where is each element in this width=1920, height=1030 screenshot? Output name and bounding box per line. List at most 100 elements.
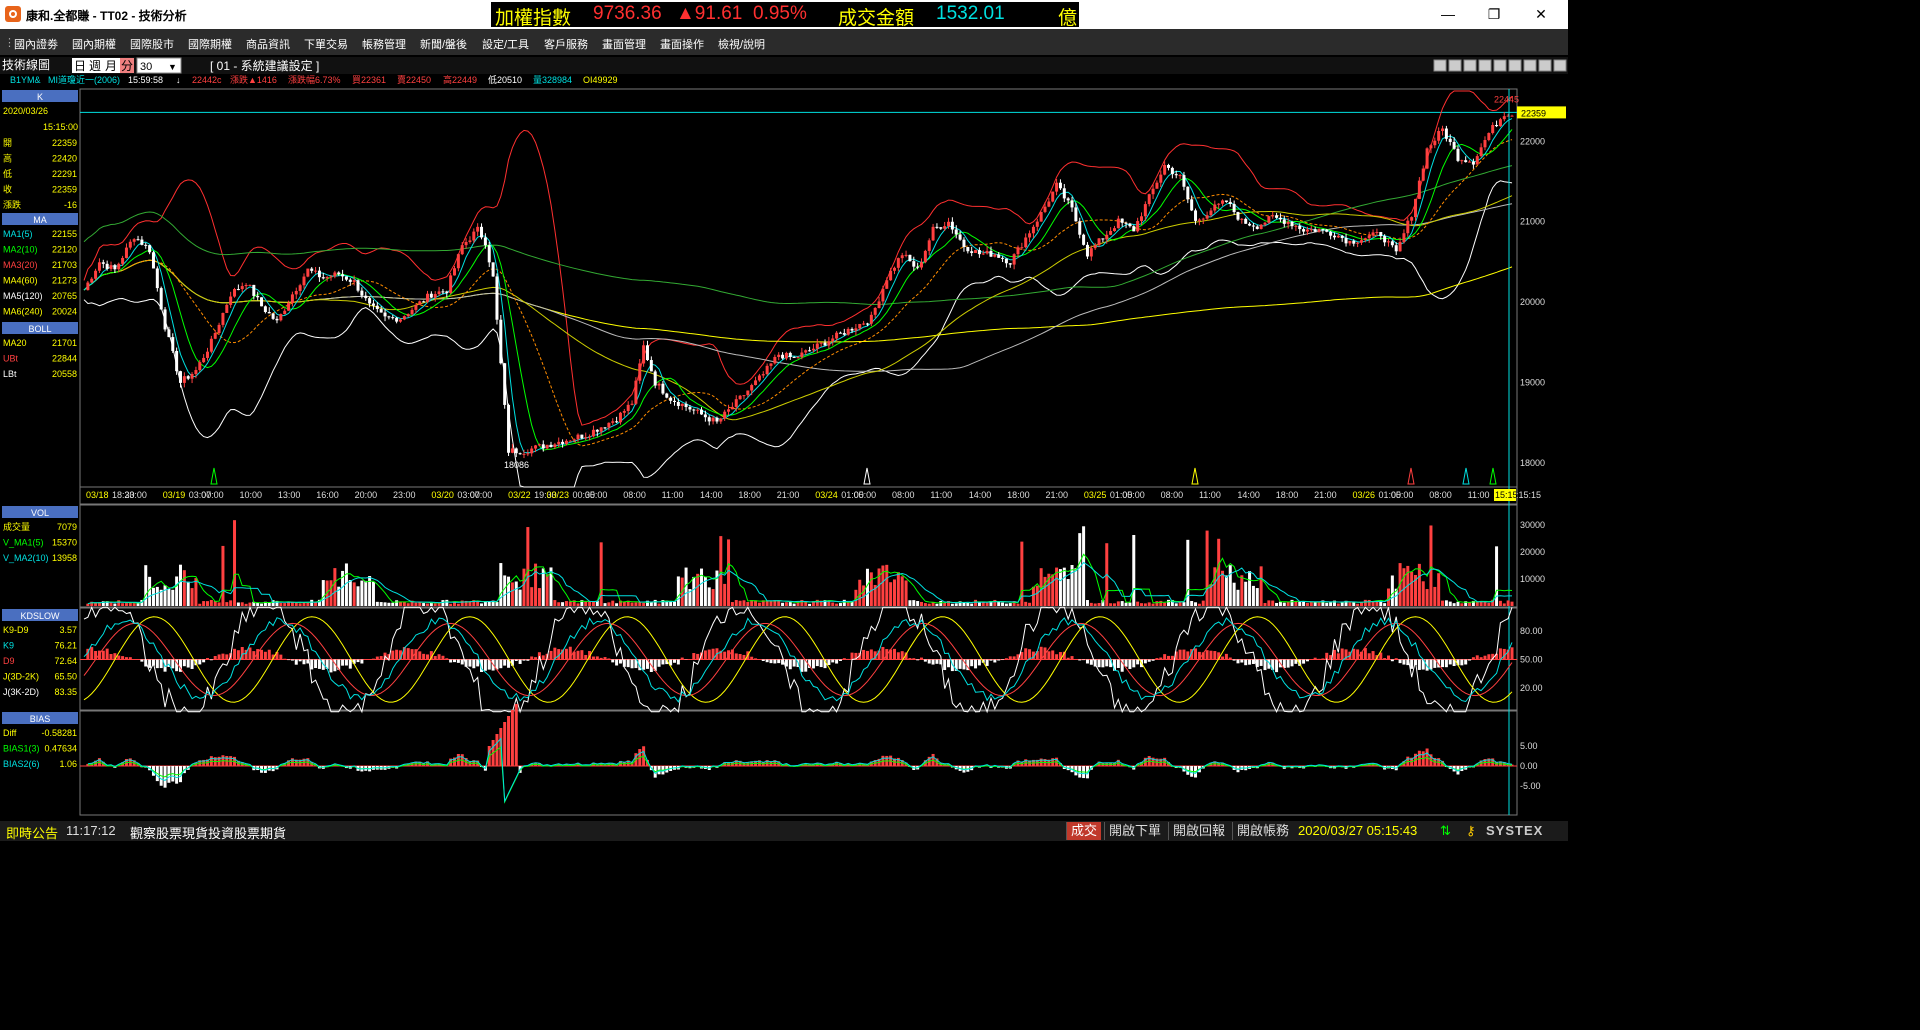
candle-body xyxy=(1464,160,1468,163)
period-tab-month[interactable]: 月 xyxy=(105,59,117,73)
candle-body xyxy=(692,409,696,411)
candle-body xyxy=(950,221,954,230)
menu-item-trading[interactable]: 下單交易 xyxy=(304,36,348,52)
index-label: 加權指數 xyxy=(495,8,572,29)
open-account-button[interactable]: 開啟帳務 xyxy=(1232,822,1293,840)
kd-diff-bar xyxy=(209,659,213,661)
kd-diff-bar xyxy=(1259,659,1263,666)
candle-body xyxy=(858,323,862,329)
kd-diff-bar xyxy=(580,650,584,660)
menu-item-screen-ops[interactable]: 畫面操作 xyxy=(660,36,704,52)
vma1-line xyxy=(87,553,1513,605)
period-tab-minute[interactable]: 分 xyxy=(121,59,133,73)
menu-item-news[interactable]: 新聞/盤後 xyxy=(420,36,467,52)
candle-body xyxy=(1213,204,1217,211)
kd-diff-bar xyxy=(947,659,951,668)
candle-body xyxy=(244,285,248,287)
kd-diff-bar xyxy=(287,659,291,661)
menu-item-customer-service[interactable]: 客戶服務 xyxy=(544,36,588,52)
kd-diff-bar xyxy=(599,657,603,660)
candle-body xyxy=(947,221,951,227)
quote-arrow: ↓ xyxy=(176,75,181,85)
side-k-row-value-2: 22291 xyxy=(52,169,77,179)
menu-item-screen-manage[interactable]: 畫面管理 xyxy=(602,36,646,52)
kd-diff-bar xyxy=(788,659,792,670)
volume-bar xyxy=(1263,603,1267,606)
kd-diff-bar xyxy=(1367,653,1371,660)
kd-diff-bar xyxy=(279,654,283,660)
volume-bar xyxy=(657,603,661,606)
volume-bar xyxy=(557,602,561,606)
volume-bar xyxy=(630,602,634,606)
kd-diff-bar xyxy=(1055,654,1059,660)
volume-bar xyxy=(364,580,368,606)
volume-bar xyxy=(433,603,437,606)
price-tick-2: 20000 xyxy=(1520,297,1545,307)
candle-body xyxy=(1275,215,1279,218)
candle-body xyxy=(1510,115,1514,117)
kd-diff-bar xyxy=(344,659,348,666)
chart-tool-icon-3 xyxy=(1478,59,1492,72)
candle-body xyxy=(117,263,121,270)
chart-tool-icon-7 xyxy=(1538,59,1552,72)
period-tab-day[interactable]: 日 xyxy=(74,59,86,73)
signal-arrow-5 xyxy=(1489,467,1497,485)
kd-diff-bar xyxy=(916,659,920,661)
side-vol-row-label-1: V_MA1(5) xyxy=(3,538,44,548)
period-tab-week[interactable]: 週 xyxy=(89,59,101,73)
time-tick-25: 21:00 xyxy=(1045,490,1068,500)
kd-diff-bar xyxy=(1101,659,1105,668)
volume-bar xyxy=(1217,538,1221,606)
close-button[interactable]: ✕ xyxy=(1529,4,1553,24)
kd-diff-bar xyxy=(958,659,962,669)
menu-item-intl-futures[interactable]: 國際期權 xyxy=(188,36,232,52)
volume-bar xyxy=(368,576,372,606)
menu-item-accounts[interactable]: 帳務管理 xyxy=(362,36,406,52)
menu-item-settings[interactable]: 設定/工具 xyxy=(482,36,529,52)
kd-diff-bar xyxy=(630,659,634,669)
candle-body xyxy=(916,266,920,268)
menu-item-intl-stocks[interactable]: 國際股市 xyxy=(130,36,174,52)
candle-body xyxy=(460,245,464,255)
volume-bar xyxy=(1232,582,1236,606)
technical-chart[interactable]: 技術線圖 日 週 月 分 30 ▼ [ 01 - 系統建議設定 ] B1YM& … xyxy=(0,57,1568,819)
volume-bar xyxy=(495,602,499,606)
volume-bar xyxy=(1128,602,1132,606)
menu-item-help[interactable]: 檢視/說明 xyxy=(718,36,765,52)
open-report-button[interactable]: 開啟回報 xyxy=(1168,822,1229,840)
kd-diff-bar xyxy=(213,655,217,660)
setting-label[interactable]: [ 01 - 系統建議設定 ] xyxy=(210,58,319,73)
menu-item-domestic-stocks[interactable]: 國內證劵 xyxy=(14,36,58,52)
volume-bar xyxy=(279,602,283,606)
status-notice-label[interactable]: 即時公告 xyxy=(6,823,58,842)
menu-item-domestic-futures[interactable]: 國內期權 xyxy=(72,36,116,52)
trade-fill-button[interactable]: 成交 xyxy=(1066,822,1102,840)
candle-body xyxy=(1429,145,1433,149)
volume-bar xyxy=(997,601,1001,606)
minimize-button[interactable]: — xyxy=(1436,4,1460,24)
menu-item-product-info[interactable]: 商品資訊 xyxy=(246,36,290,52)
quote-time: 15:59:58 xyxy=(128,75,163,85)
candle-body xyxy=(792,356,796,358)
candle-body xyxy=(1078,221,1082,235)
open-order-button[interactable]: 開啟下單 xyxy=(1104,822,1165,840)
candle-body xyxy=(1410,217,1414,221)
chart-tool-icon-1 xyxy=(1448,59,1462,72)
volume-bar xyxy=(186,581,190,606)
candle-body xyxy=(1082,234,1086,245)
candle-body xyxy=(603,427,607,429)
candle-body xyxy=(607,422,611,428)
candle-body xyxy=(1224,200,1228,202)
volume-bar xyxy=(1159,600,1163,606)
kd-diff-bar xyxy=(449,659,453,663)
time-tick-4: 10:00 xyxy=(240,490,263,500)
volume-bar xyxy=(1008,603,1012,606)
volume-bar xyxy=(576,603,580,606)
time-tick-6: 16:00 xyxy=(316,490,339,500)
candle-body xyxy=(777,354,781,357)
maximize-button[interactable]: ❐ xyxy=(1482,4,1506,24)
candle-body xyxy=(522,453,526,455)
candle-body xyxy=(831,338,835,342)
candle-body xyxy=(1402,233,1406,242)
side-vol-row-label-0: 成交量 xyxy=(3,521,30,532)
